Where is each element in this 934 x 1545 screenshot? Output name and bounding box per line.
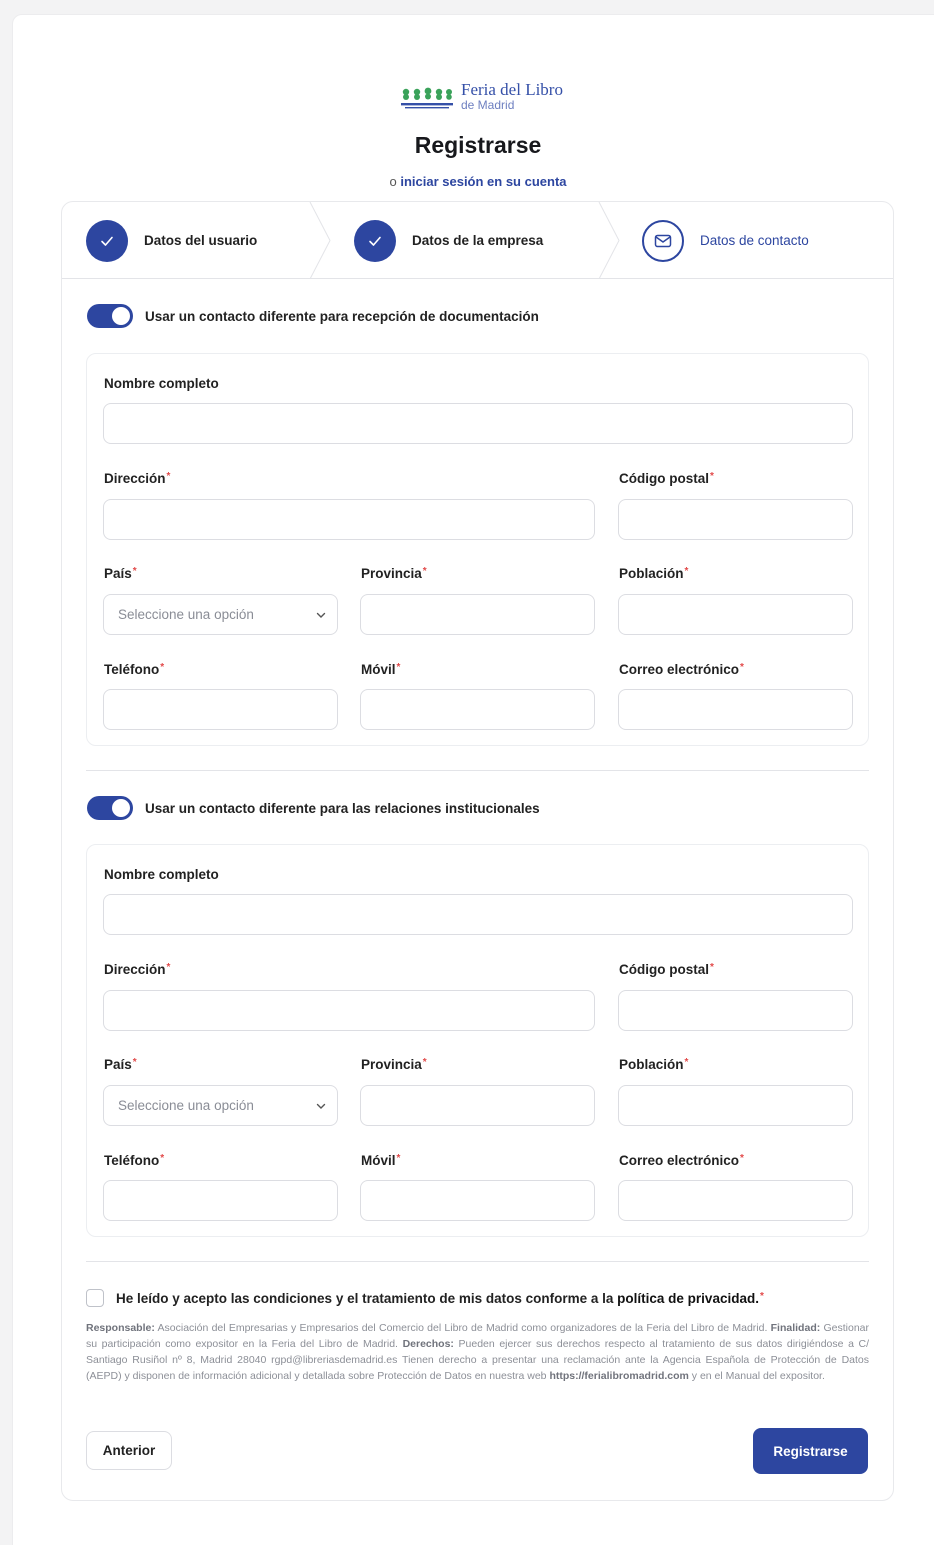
institutional-contact-toggle[interactable]: [87, 796, 133, 820]
logo-title: Feria del Libro: [461, 80, 563, 99]
privacy-consent-row: He leído y acepto las condiciones y el t…: [86, 1289, 764, 1307]
town-label: Población*: [619, 1057, 689, 1072]
phone-input[interactable]: [103, 689, 338, 730]
email-label: Correo electrónico*: [619, 1153, 744, 1168]
address-input[interactable]: [103, 499, 595, 540]
chevron-down-icon: [316, 612, 326, 618]
province-label: Provincia*: [361, 1057, 427, 1072]
documentation-contact-toggle[interactable]: [87, 304, 133, 328]
consent-label: He leído y acepto las condiciones y el t…: [116, 1290, 764, 1306]
login-prompt: o iniciar sesión en su cuenta: [1, 174, 934, 189]
toggle-label: Usar un contacto diferente para recepció…: [145, 308, 539, 324]
postal-code-input[interactable]: [618, 990, 853, 1031]
postal-code-label: Código postal*: [619, 962, 714, 977]
phone-label: Teléfono*: [104, 662, 165, 677]
country-label: País*: [104, 1057, 137, 1072]
brand-logo[interactable]: Feria del Libro de Madrid: [401, 81, 563, 117]
register-button[interactable]: Registrarse: [753, 1428, 868, 1474]
mail-icon: [642, 219, 684, 262]
email-label: Correo electrónico*: [619, 662, 744, 677]
page-title: Registrarse: [414, 132, 542, 158]
mobile-input[interactable]: [360, 689, 595, 730]
mobile-label: Móvil*: [361, 662, 401, 677]
province-input[interactable]: [360, 1085, 595, 1126]
email-input[interactable]: [618, 1180, 853, 1221]
privacy-consent-checkbox[interactable]: [86, 1289, 104, 1307]
town-input[interactable]: [618, 1085, 853, 1126]
full-name-input[interactable]: [103, 894, 853, 935]
chevron-down-icon: [316, 1103, 326, 1109]
address-label: Dirección*: [104, 962, 171, 977]
country-placeholder: Seleccione una opción: [118, 607, 254, 622]
toggle-row-documentation: Usar un contacto diferente para recepció…: [87, 304, 539, 328]
mobile-label: Móvil*: [361, 1153, 401, 1168]
step-separator-icon: [598, 202, 620, 279]
logo-trees-icon: [401, 87, 453, 109]
full-name-label: Nombre completo: [104, 867, 219, 882]
toggle-label: Usar un contacto diferente para las rela…: [145, 800, 540, 816]
phone-label: Teléfono*: [104, 1153, 165, 1168]
phone-input[interactable]: [103, 1180, 338, 1221]
logo-subtitle: de Madrid: [461, 98, 515, 112]
mobile-input[interactable]: [360, 1180, 595, 1221]
section-divider: [86, 1261, 869, 1262]
step-label: Datos de contacto: [700, 233, 809, 248]
login-prefix: o: [389, 174, 397, 189]
step-label: Datos de la empresa: [412, 233, 544, 248]
country-select[interactable]: Seleccione una opción: [103, 1085, 338, 1126]
full-name-label: Nombre completo: [104, 376, 219, 391]
province-label: Provincia*: [361, 566, 427, 581]
postal-code-label: Código postal*: [619, 471, 714, 486]
address-input[interactable]: [103, 990, 595, 1031]
check-icon: [86, 219, 128, 262]
town-label: Población*: [619, 566, 689, 581]
stepper: Datos del usuario Datos de la empresa Da…: [62, 202, 893, 279]
documentation-contact-panel: Nombre completo Dirección* Código postal…: [86, 353, 869, 746]
step-contact-data[interactable]: Datos de contacto: [642, 202, 809, 279]
email-input[interactable]: [618, 689, 853, 730]
step-separator-icon: [309, 202, 331, 279]
check-icon: [354, 219, 396, 262]
postal-code-input[interactable]: [618, 499, 853, 540]
legal-notice: Responsable: Asociación del Empresarias …: [86, 1322, 870, 1382]
institutional-contact-panel: Nombre completo Dirección* Código postal…: [86, 844, 869, 1237]
toggle-row-institutional: Usar un contacto diferente para las rela…: [87, 796, 540, 820]
country-label: País*: [104, 566, 137, 581]
section-divider: [86, 770, 869, 771]
town-input[interactable]: [618, 594, 853, 635]
previous-button[interactable]: Anterior: [86, 1431, 172, 1470]
privacy-policy-link[interactable]: política de privacidad.: [617, 1291, 759, 1306]
country-select[interactable]: Seleccione una opción: [103, 594, 338, 635]
register-card: Datos del usuario Datos de la empresa Da…: [61, 201, 894, 1501]
country-placeholder: Seleccione una opción: [118, 1098, 254, 1113]
step-user-data[interactable]: Datos del usuario: [86, 202, 257, 279]
step-label: Datos del usuario: [144, 233, 258, 248]
address-label: Dirección*: [104, 471, 171, 486]
step-company-data[interactable]: Datos de la empresa: [354, 202, 543, 279]
website-link[interactable]: https://ferialibromadrid.com: [549, 1370, 688, 1382]
full-name-input[interactable]: [103, 403, 853, 444]
login-link[interactable]: iniciar sesión en su cuenta: [400, 174, 566, 189]
province-input[interactable]: [360, 594, 595, 635]
